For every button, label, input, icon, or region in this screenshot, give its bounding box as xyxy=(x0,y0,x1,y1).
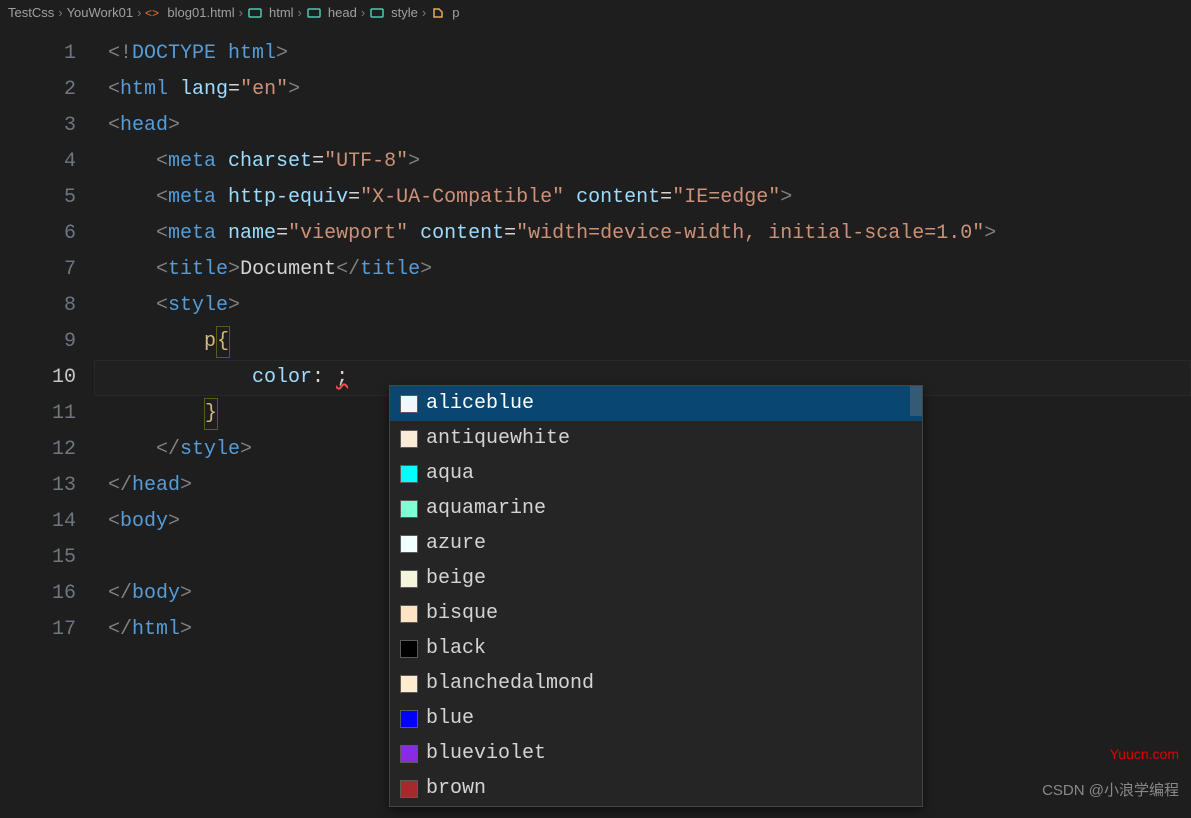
breadcrumb-item[interactable]: style xyxy=(391,5,418,20)
autocomplete-item[interactable]: azure xyxy=(390,526,922,561)
autocomplete-item-label: azure xyxy=(426,526,486,561)
code-line[interactable]: <meta name="viewport" content="width=dev… xyxy=(94,216,1191,252)
code-line[interactable]: <title>Document</title> xyxy=(94,252,1191,288)
autocomplete-scrollbar[interactable] xyxy=(910,386,922,416)
color-swatch-icon xyxy=(400,780,418,798)
autocomplete-item-label: brown xyxy=(426,771,486,806)
autocomplete-item-label: bisque xyxy=(426,596,498,631)
breadcrumb-separator: › xyxy=(239,5,243,20)
line-number: 6 xyxy=(0,216,94,252)
breadcrumb-item[interactable]: TestCss xyxy=(8,5,54,20)
autocomplete-item[interactable]: aqua xyxy=(390,456,922,491)
breadcrumb-item[interactable]: YouWork01 xyxy=(67,5,134,20)
line-number: 11 xyxy=(0,396,94,432)
struct-icon xyxy=(306,5,322,21)
color-swatch-icon xyxy=(400,430,418,448)
autocomplete-item-label: antiquewhite xyxy=(426,421,570,456)
code-line[interactable]: <!DOCTYPE html> xyxy=(94,36,1191,72)
line-number: 15 xyxy=(0,540,94,576)
color-swatch-icon xyxy=(400,710,418,728)
line-number: 9 xyxy=(0,324,94,360)
line-number: 12 xyxy=(0,432,94,468)
autocomplete-item-label: blueviolet xyxy=(426,736,546,771)
autocomplete-item[interactable]: brown xyxy=(390,771,922,806)
breadcrumb-separator: › xyxy=(137,5,141,20)
autocomplete-item-label: blanchedalmond xyxy=(426,666,594,701)
color-swatch-icon xyxy=(400,640,418,658)
breadcrumb-separator: › xyxy=(58,5,62,20)
line-number: 7 xyxy=(0,252,94,288)
autocomplete-item-label: black xyxy=(426,631,486,666)
autocomplete-item[interactable]: blueviolet xyxy=(390,736,922,771)
color-swatch-icon xyxy=(400,745,418,763)
line-number: 1 xyxy=(0,36,94,72)
line-number: 16 xyxy=(0,576,94,612)
autocomplete-item-label: beige xyxy=(426,561,486,596)
autocomplete-item[interactable]: black xyxy=(390,631,922,666)
watermark-top: Yuucn.com xyxy=(1110,746,1179,762)
struct-icon xyxy=(369,5,385,21)
autocomplete-item[interactable]: blanchedalmond xyxy=(390,666,922,701)
autocomplete-item-label: aquamarine xyxy=(426,491,546,526)
autocomplete-item-label: aqua xyxy=(426,456,474,491)
breadcrumb-separator: › xyxy=(422,5,426,20)
class-icon xyxy=(430,5,446,21)
line-number: 14 xyxy=(0,504,94,540)
line-number: 4 xyxy=(0,144,94,180)
autocomplete-popup[interactable]: aliceblueantiquewhiteaquaaquamarineazure… xyxy=(389,385,923,807)
line-number: 10 xyxy=(0,360,94,396)
file-html-icon: <> xyxy=(145,5,161,21)
code-line[interactable]: <html lang="en"> xyxy=(94,72,1191,108)
line-number: 13 xyxy=(0,468,94,504)
breadcrumb-item[interactable]: html xyxy=(269,5,294,20)
color-swatch-icon xyxy=(400,500,418,518)
autocomplete-item-label: aliceblue xyxy=(426,386,534,421)
line-number-gutter: 1234567891011121314151617 xyxy=(0,26,94,818)
breadcrumb-item[interactable]: blog01.html xyxy=(167,5,234,20)
code-line[interactable]: <meta http-equiv="X-UA-Compatible" conte… xyxy=(94,180,1191,216)
breadcrumb-item[interactable]: head xyxy=(328,5,357,20)
autocomplete-item[interactable]: bisque xyxy=(390,596,922,631)
line-number: 17 xyxy=(0,612,94,648)
color-swatch-icon xyxy=(400,535,418,553)
autocomplete-item-label: blue xyxy=(426,701,474,736)
code-line[interactable]: <style> xyxy=(94,288,1191,324)
code-line[interactable]: <head> xyxy=(94,108,1191,144)
color-swatch-icon xyxy=(400,465,418,483)
line-number: 8 xyxy=(0,288,94,324)
autocomplete-item[interactable]: aquamarine xyxy=(390,491,922,526)
color-swatch-icon xyxy=(400,605,418,623)
code-line[interactable]: p{ xyxy=(94,324,1191,360)
breadcrumb-separator: › xyxy=(298,5,302,20)
breadcrumb-separator: › xyxy=(361,5,365,20)
autocomplete-item[interactable]: beige xyxy=(390,561,922,596)
line-number: 5 xyxy=(0,180,94,216)
line-number: 2 xyxy=(0,72,94,108)
code-line[interactable]: <meta charset="UTF-8"> xyxy=(94,144,1191,180)
color-swatch-icon xyxy=(400,395,418,413)
breadcrumb-item[interactable]: p xyxy=(452,5,459,20)
color-swatch-icon xyxy=(400,675,418,693)
watermark-bottom: CSDN @小浪学编程 xyxy=(1042,779,1179,800)
svg-text:<>: <> xyxy=(145,6,159,20)
color-swatch-icon xyxy=(400,570,418,588)
autocomplete-item[interactable]: antiquewhite xyxy=(390,421,922,456)
struct-icon xyxy=(247,5,263,21)
autocomplete-item[interactable]: blue xyxy=(390,701,922,736)
breadcrumb[interactable]: TestCss›YouWork01›<>blog01.html›html›hea… xyxy=(0,0,1191,26)
line-number: 3 xyxy=(0,108,94,144)
autocomplete-item[interactable]: aliceblue xyxy=(390,386,922,421)
